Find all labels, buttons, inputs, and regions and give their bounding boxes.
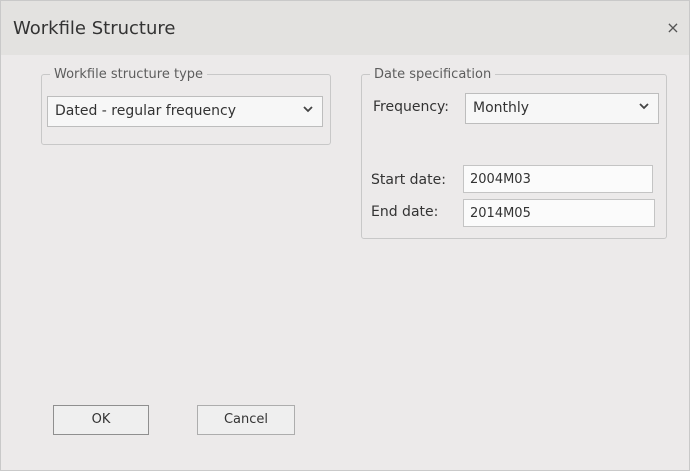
structure-type-value: Dated - regular frequency bbox=[55, 103, 237, 119]
frequency-value: Monthly bbox=[473, 100, 530, 116]
title-bar: Workfile Structure × bbox=[1, 1, 689, 55]
dialog-title: Workfile Structure bbox=[13, 18, 176, 39]
start-date-field[interactable] bbox=[463, 165, 653, 193]
frequency-select[interactable]: Monthly bbox=[465, 93, 659, 124]
cancel-button[interactable]: Cancel bbox=[197, 405, 295, 435]
structure-type-legend: Workfile structure type bbox=[54, 67, 204, 82]
date-specification-legend: Date specification bbox=[374, 67, 492, 82]
workfile-structure-dialog: Workfile Structure × Workfile structure … bbox=[0, 0, 690, 471]
close-icon[interactable]: × bbox=[665, 20, 681, 36]
start-date-label: Start date: bbox=[371, 172, 446, 188]
chevron-down-icon bbox=[639, 103, 649, 110]
structure-type-select[interactable]: Dated - regular frequency bbox=[47, 96, 323, 127]
ok-button[interactable]: OK bbox=[53, 405, 149, 435]
chevron-down-icon bbox=[303, 106, 313, 113]
end-date-label: End date: bbox=[371, 204, 439, 220]
frequency-label: Frequency: bbox=[373, 99, 450, 115]
end-date-field[interactable] bbox=[463, 199, 655, 227]
